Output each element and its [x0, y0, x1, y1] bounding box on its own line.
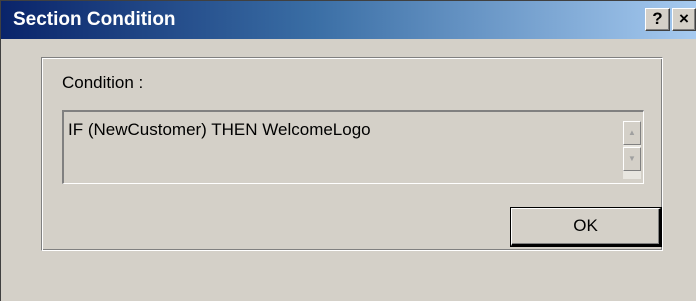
window-title: Section Condition: [13, 9, 176, 30]
condition-textbox[interactable]: IF (NewCustomer) THEN WelcomeLogo ▲ ▼: [62, 110, 644, 184]
condition-text: IF (NewCustomer) THEN WelcomeLogo: [68, 120, 371, 139]
section-condition-dialog: Section Condition ? × Condition : IF (Ne…: [0, 0, 696, 301]
close-button[interactable]: ×: [672, 8, 696, 31]
help-button[interactable]: ?: [645, 8, 670, 31]
condition-label: Condition :: [62, 73, 144, 92]
ok-button[interactable]: OK: [511, 208, 661, 246]
condition-scrollbar[interactable]: ▲ ▼: [623, 121, 641, 179]
scroll-down-icon[interactable]: ▼: [623, 147, 641, 171]
scroll-up-icon[interactable]: ▲: [623, 121, 641, 145]
title-bar[interactable]: Section Condition ? ×: [1, 1, 696, 39]
